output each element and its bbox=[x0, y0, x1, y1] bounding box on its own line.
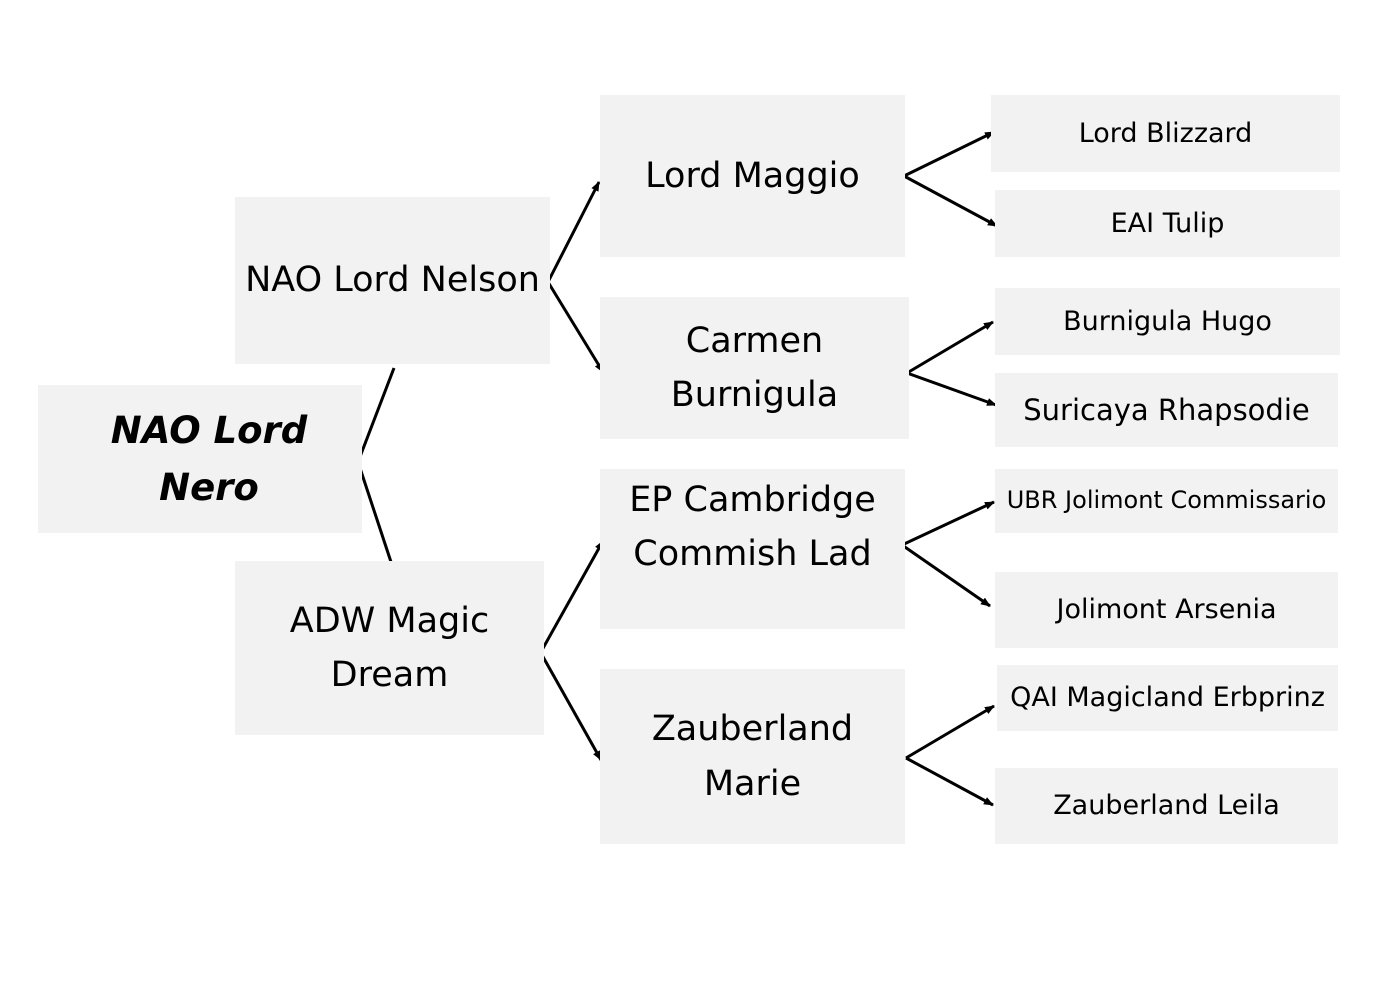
edge-sire-sire_dam bbox=[546, 281, 605, 373]
dam-sire-node: EP Cambridge Commish Lad bbox=[600, 469, 905, 629]
dd-dam-node-label: Zauberland Leila bbox=[1053, 790, 1280, 822]
dam-dam-node: Zauberland Marie bbox=[600, 669, 905, 844]
dd-dam-node: Zauberland Leila bbox=[995, 768, 1338, 844]
sire-sire-node-label: Lord Maggio bbox=[645, 155, 860, 196]
ds-dam-node: Jolimont Arsenia bbox=[995, 572, 1338, 648]
edge-sire_sire-ss_sire bbox=[903, 130, 995, 178]
edge-sire_dam-sd_sire bbox=[906, 320, 994, 375]
ss-sire-node-label: Lord Blizzard bbox=[1078, 117, 1253, 149]
edge-sire_sire-ss_dam bbox=[903, 174, 998, 228]
edge-dam_sire-ds_dam bbox=[901, 543, 991, 608]
sire-sire-node: Lord Maggio bbox=[600, 95, 905, 257]
ss-dam-node-label: EAI Tulip bbox=[1110, 207, 1225, 239]
sire-dam-node-label: Carmen Burnigula bbox=[670, 320, 839, 415]
edge-dam_dam-dd_dam bbox=[905, 756, 994, 807]
edge-dam_sire-ds_sire bbox=[901, 500, 995, 547]
ds-dam-node-label: Jolimont Arsenia bbox=[1056, 594, 1277, 626]
root-node: NAO Lord Nero bbox=[38, 385, 362, 533]
edge-dam-dam_dam bbox=[540, 654, 603, 761]
root-node-label: NAO Lord Nero bbox=[110, 408, 308, 509]
sire-node: NAO Lord Nelson bbox=[235, 197, 550, 364]
dam-sire-node-label: EP Cambridge Commish Lad bbox=[629, 480, 876, 575]
sd-sire-node-label: Burnigula Hugo bbox=[1063, 305, 1272, 337]
ds-sire-node-label: UBR Jolimont Commissario bbox=[1006, 486, 1327, 515]
edge-dam-dam_sire bbox=[540, 540, 605, 651]
edge-sire-sire_sire bbox=[546, 181, 601, 283]
sd-dam-node-label: Suricaya Rhapsodie bbox=[1023, 392, 1310, 427]
dam-node-label: ADW Magic Dream bbox=[289, 600, 490, 695]
sd-sire-node: Burnigula Hugo bbox=[995, 288, 1340, 355]
edge-dam_dam-dd_sire bbox=[905, 704, 995, 760]
dd-sire-node: QAI Magicland Erbprinz bbox=[997, 665, 1338, 731]
dd-sire-node-label: QAI Magicland Erbprinz bbox=[1010, 682, 1325, 714]
ss-sire-node: Lord Blizzard bbox=[991, 95, 1340, 172]
edge-sire_dam-sd_dam bbox=[906, 371, 997, 407]
sd-dam-node: Suricaya Rhapsodie bbox=[995, 373, 1338, 447]
dam-dam-node-label: Zauberland Marie bbox=[651, 709, 854, 804]
edge-root-dam bbox=[356, 461, 394, 566]
edge-root-sire bbox=[356, 367, 396, 463]
sire-node-label: NAO Lord Nelson bbox=[245, 260, 540, 301]
sire-dam-node: Carmen Burnigula bbox=[600, 297, 909, 439]
dam-node: ADW Magic Dream bbox=[235, 561, 544, 735]
ss-dam-node: EAI Tulip bbox=[995, 190, 1340, 257]
ds-sire-node: UBR Jolimont Commissario bbox=[995, 469, 1338, 533]
